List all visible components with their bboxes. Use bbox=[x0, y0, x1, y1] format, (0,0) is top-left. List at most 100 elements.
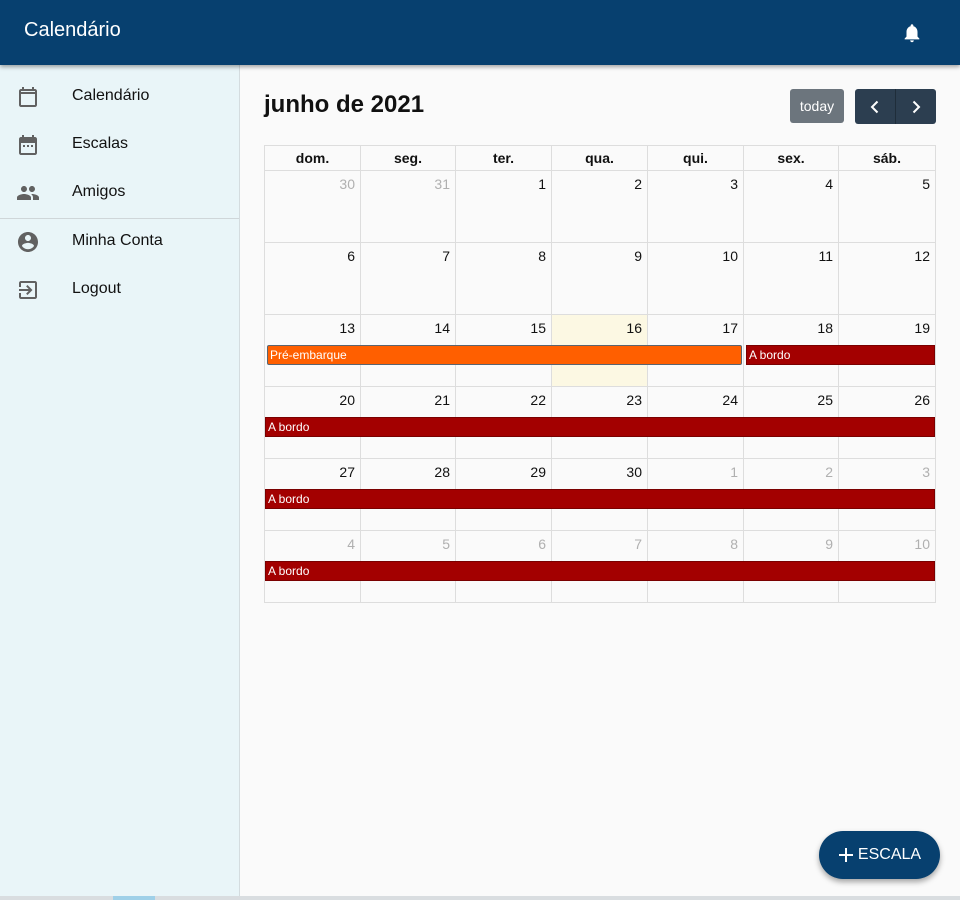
day-number[interactable]: 26 bbox=[914, 392, 930, 408]
calendar-day-cell[interactable]: 9 bbox=[552, 243, 648, 314]
sidebar-item-logout[interactable]: Logout bbox=[0, 266, 239, 314]
day-number[interactable]: 24 bbox=[722, 392, 738, 408]
day-number[interactable]: 3 bbox=[730, 176, 738, 192]
chevron-left-icon bbox=[870, 100, 879, 113]
calendar-day-cell[interactable]: 7 bbox=[361, 243, 456, 314]
day-number[interactable]: 4 bbox=[347, 536, 355, 552]
sidebar-item-label: Minha Conta bbox=[72, 232, 163, 249]
prev-month-button[interactable] bbox=[855, 89, 895, 124]
day-number[interactable]: 4 bbox=[825, 176, 833, 192]
day-number[interactable]: 10 bbox=[914, 536, 930, 552]
day-number[interactable]: 23 bbox=[626, 392, 642, 408]
add-escala-button[interactable]: ESCALA bbox=[819, 831, 940, 879]
day-number[interactable]: 11 bbox=[818, 248, 833, 264]
day-number[interactable]: 20 bbox=[339, 392, 355, 408]
day-number[interactable]: 2 bbox=[825, 464, 833, 480]
day-number[interactable]: 28 bbox=[434, 464, 450, 480]
today-button[interactable]: today bbox=[790, 89, 844, 123]
day-of-week-header-cell: qua. bbox=[552, 146, 648, 171]
chevron-right-icon bbox=[912, 100, 920, 113]
day-number[interactable]: 31 bbox=[434, 176, 450, 192]
sidebar-item-amigos[interactable]: Amigos bbox=[0, 169, 239, 217]
day-number[interactable]: 15 bbox=[530, 320, 546, 336]
main-content: junho de 2021 today dom. seg. ter. qua. qui.… bbox=[240, 65, 960, 900]
day-number[interactable]: 16 bbox=[626, 320, 642, 336]
calendar-day-cell[interactable]: 3 bbox=[648, 171, 744, 242]
calendar-event-icon bbox=[19, 135, 37, 155]
day-number[interactable]: 18 bbox=[817, 320, 833, 336]
calendar-day-cell[interactable]: 1 bbox=[456, 171, 552, 242]
event-pre-embarque[interactable]: Pré-embarque bbox=[267, 345, 742, 365]
calendar-day-cell[interactable]: 5 bbox=[839, 171, 935, 242]
day-number[interactable]: 9 bbox=[825, 536, 833, 552]
sidebar-item-label: Amigos bbox=[72, 183, 126, 200]
calendar-day-cell[interactable]: 4 bbox=[744, 171, 839, 242]
sidebar: Calendário Escalas Amigos Minha Conta Lo… bbox=[0, 65, 240, 900]
day-number[interactable]: 8 bbox=[538, 248, 546, 264]
app-bar: Calendário bbox=[0, 0, 960, 65]
sidebar-item-calendario[interactable]: Calendário bbox=[0, 73, 239, 121]
day-number[interactable]: 27 bbox=[339, 464, 355, 480]
notifications-button[interactable] bbox=[899, 20, 925, 46]
day-number[interactable]: 5 bbox=[922, 176, 930, 192]
day-number[interactable]: 5 bbox=[442, 536, 450, 552]
sidebar-item-label: Calendário bbox=[72, 87, 150, 104]
calendar-day-cell[interactable]: 6 bbox=[265, 243, 361, 314]
calendar-week-row: 6 7 8 9 10 11 12 bbox=[265, 243, 935, 315]
sidebar-item-label: Escalas bbox=[72, 135, 129, 152]
next-month-button[interactable] bbox=[895, 89, 935, 124]
day-number[interactable]: 3 bbox=[922, 464, 930, 480]
calendar-grid: dom. seg. ter. qua. qui. sex. sáb. 30 31 1 2 3 4 5 6 7… bbox=[264, 145, 936, 603]
day-number[interactable]: 14 bbox=[434, 320, 450, 336]
calendar-day-cell[interactable]: 12 bbox=[839, 243, 935, 314]
sidebar-item-label: Logout bbox=[72, 280, 121, 297]
day-number[interactable]: 22 bbox=[530, 392, 546, 408]
calendar-title: junho de 2021 bbox=[264, 91, 425, 118]
day-of-week-header-cell: sex. bbox=[744, 146, 839, 171]
sidebar-item-minha-conta[interactable]: Minha Conta bbox=[0, 218, 239, 266]
day-number[interactable]: 7 bbox=[634, 536, 642, 552]
day-of-week-header-cell: ter. bbox=[456, 146, 552, 171]
day-number[interactable]: 7 bbox=[442, 248, 450, 264]
day-number[interactable]: 21 bbox=[434, 392, 450, 408]
day-number[interactable]: 8 bbox=[730, 536, 738, 552]
event-a-bordo[interactable]: A bordo bbox=[265, 489, 935, 509]
calendar-day-cell[interactable]: 8 bbox=[456, 243, 552, 314]
event-a-bordo[interactable]: A bordo bbox=[746, 345, 935, 365]
day-number[interactable]: 12 bbox=[914, 248, 930, 264]
calendar-day-cell[interactable]: 10 bbox=[648, 243, 744, 314]
day-number[interactable]: 2 bbox=[634, 176, 642, 192]
day-number[interactable]: 9 bbox=[634, 248, 642, 264]
day-of-week-header: dom. seg. ter. qua. qui. sex. sáb. bbox=[265, 146, 935, 171]
calendar-day-cell[interactable]: 11 bbox=[744, 243, 839, 314]
day-number[interactable]: 30 bbox=[626, 464, 642, 480]
day-number[interactable]: 6 bbox=[538, 536, 546, 552]
day-number[interactable]: 1 bbox=[730, 464, 738, 480]
event-a-bordo[interactable]: A bordo bbox=[265, 417, 935, 437]
sidebar-item-escalas[interactable]: Escalas bbox=[0, 121, 239, 169]
calendar-week-row: 30 31 1 2 3 4 5 bbox=[265, 171, 935, 243]
day-number[interactable]: 6 bbox=[347, 248, 355, 264]
day-of-week-header-cell: sáb. bbox=[872, 150, 901, 166]
day-number[interactable]: 30 bbox=[339, 176, 355, 192]
day-number[interactable]: 29 bbox=[530, 464, 546, 480]
account-circle-icon bbox=[18, 232, 38, 252]
day-number[interactable]: 10 bbox=[722, 248, 738, 264]
calendar-day-cell[interactable]: 31 bbox=[361, 171, 456, 242]
day-number[interactable]: 1 bbox=[538, 176, 546, 192]
calendar-day-cell[interactable]: 2 bbox=[552, 171, 648, 242]
scrollbar-thumb[interactable] bbox=[113, 896, 155, 900]
calendar-icon bbox=[19, 87, 37, 107]
logout-icon bbox=[19, 281, 37, 299]
day-of-week-header-cell: dom. bbox=[265, 146, 361, 171]
app-title: Calendário bbox=[24, 19, 121, 41]
day-of-week-header-cell: seg. bbox=[361, 146, 456, 171]
event-a-bordo[interactable]: A bordo bbox=[265, 561, 935, 581]
day-number[interactable]: 25 bbox=[817, 392, 833, 408]
day-number[interactable]: 17 bbox=[722, 320, 738, 336]
add-escala-label: ESCALA bbox=[857, 846, 922, 863]
day-of-week-header-cell: qui. bbox=[648, 146, 744, 171]
calendar-day-cell[interactable]: 30 bbox=[265, 171, 361, 242]
day-number[interactable]: 19 bbox=[914, 320, 930, 336]
day-number[interactable]: 13 bbox=[339, 320, 355, 336]
